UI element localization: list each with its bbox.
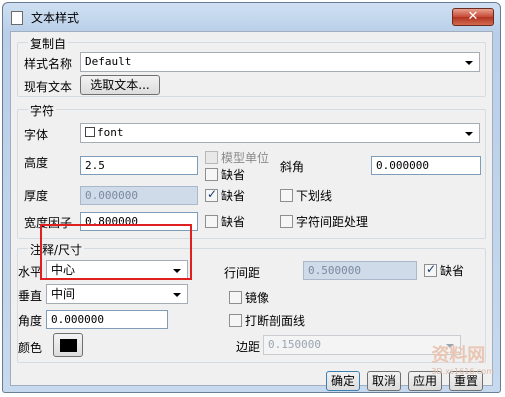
window-icon bbox=[11, 11, 23, 25]
chevron-down-icon bbox=[173, 293, 181, 297]
dialog-window: 文本样式 ✕ 复制自 样式名称 Default 现有文本 选取文本... 字符 … bbox=[2, 2, 501, 393]
height-label: 高度 bbox=[24, 156, 49, 170]
line-spacing-input[interactable]: 0.500000 bbox=[303, 261, 417, 280]
break-hatch-checkbox[interactable] bbox=[229, 314, 242, 327]
color-swatch-button[interactable] bbox=[53, 333, 83, 357]
width-default-label: 缺省 bbox=[221, 215, 246, 229]
color-label: 颜色 bbox=[18, 341, 43, 355]
angle-label: 角度 bbox=[18, 314, 43, 328]
thickness-input[interactable]: 0.000000 bbox=[80, 186, 198, 205]
dialog-body: 复制自 样式名称 Default 现有文本 选取文本... 字符 字体 font… bbox=[10, 31, 493, 391]
title-bar[interactable]: 文本样式 ✕ bbox=[3, 3, 500, 31]
chevron-down-icon bbox=[465, 132, 473, 136]
style-name-select[interactable]: Default bbox=[80, 52, 480, 72]
existing-text-label: 现有文本 bbox=[24, 80, 73, 94]
watermark-text: 资料网 bbox=[431, 345, 486, 366]
line-spacing-default-checkbox[interactable] bbox=[424, 262, 437, 277]
kerning-checkbox[interactable] bbox=[280, 215, 293, 228]
height-input[interactable]: 2.5 bbox=[80, 156, 198, 175]
color-swatch-fill bbox=[60, 339, 77, 352]
margin-label: 边距 bbox=[236, 340, 261, 354]
style-name-label: 样式名称 bbox=[24, 57, 73, 71]
thickness-default-label: 缺省 bbox=[221, 189, 246, 203]
margin-value: 0.150000 bbox=[268, 338, 321, 351]
break-hatch-label: 打断剖面线 bbox=[245, 314, 306, 328]
horizontal-label: 水平 bbox=[18, 265, 43, 279]
angle-input[interactable]: 0.000000 bbox=[46, 310, 168, 329]
width-default-checkbox[interactable] bbox=[205, 215, 218, 228]
slant-label: 斜角 bbox=[280, 160, 305, 174]
copy-from-legend: 复制自 bbox=[28, 35, 69, 52]
watermark-logo: 资料网 3D.xs1616.com bbox=[431, 341, 494, 376]
height-default-label: 缺省 bbox=[221, 168, 246, 182]
character-legend: 字符 bbox=[28, 102, 57, 119]
highlight-annotation-box bbox=[40, 224, 192, 280]
font-select[interactable]: font bbox=[80, 123, 480, 143]
cancel-button[interactable]: 取消 bbox=[367, 371, 401, 391]
underline-checkbox[interactable] bbox=[280, 189, 293, 202]
style-name-value: Default bbox=[85, 55, 132, 68]
underline-label: 下划线 bbox=[296, 189, 333, 203]
vertical-label: 垂直 bbox=[18, 289, 43, 303]
vertical-value: 中间 bbox=[51, 287, 76, 301]
watermark-subtext: 3D.xs1616.com bbox=[431, 367, 494, 376]
model-units-label: 模型单位 bbox=[221, 151, 270, 165]
mirror-label: 镜像 bbox=[245, 291, 270, 305]
window-title: 文本样式 bbox=[31, 11, 80, 25]
font-value: font bbox=[97, 126, 124, 139]
kerning-label: 字符间距处理 bbox=[296, 215, 369, 229]
thickness-label: 厚度 bbox=[24, 189, 49, 203]
vertical-select[interactable]: 中间 bbox=[46, 284, 188, 304]
copy-from-group: 复制自 样式名称 Default 现有文本 选取文本... bbox=[17, 35, 486, 97]
slant-input[interactable]: 0.000000 bbox=[371, 156, 481, 175]
ok-button[interactable]: 确定 bbox=[326, 371, 360, 391]
chevron-down-icon bbox=[465, 61, 473, 65]
height-default-checkbox[interactable] bbox=[205, 168, 218, 181]
line-spacing-default-label: 缺省 bbox=[440, 264, 465, 278]
font-type-icon bbox=[85, 127, 95, 137]
font-label: 字体 bbox=[24, 128, 49, 142]
line-spacing-label: 行间距 bbox=[224, 266, 261, 280]
character-group: 字符 字体 font 高度 2.5 模型单位 缺省 斜角 0.000000 厚度… bbox=[17, 102, 486, 239]
mirror-checkbox[interactable] bbox=[229, 291, 242, 304]
close-button[interactable]: ✕ bbox=[452, 8, 494, 26]
select-text-button[interactable]: 选取文本... bbox=[80, 75, 160, 95]
model-units-checkbox[interactable] bbox=[205, 151, 218, 164]
thickness-default-checkbox[interactable] bbox=[205, 187, 218, 202]
